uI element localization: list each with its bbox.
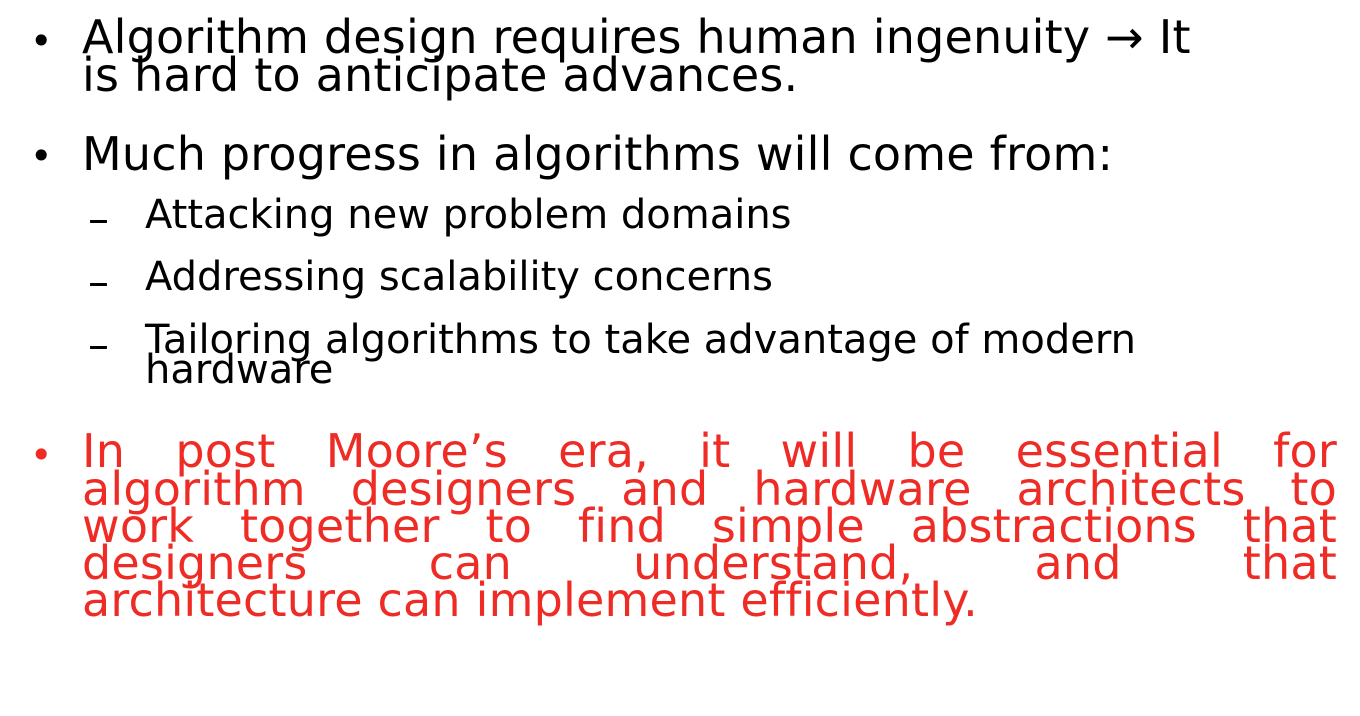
sub-item-marker-2: – xyxy=(88,257,109,306)
bullet-marker-2: • xyxy=(30,134,53,178)
sub-item-3-line-2: hardware xyxy=(145,347,334,393)
sub-item-1-line-1: Attacking new problem domains xyxy=(145,192,792,238)
sub-item-marker-1: – xyxy=(88,194,109,243)
bullet-1-line-2: is hard to anticipate advances. xyxy=(82,48,799,102)
bullet-marker-1: • xyxy=(30,19,53,63)
sub-item-marker-3: – xyxy=(88,320,109,369)
bullet-3-paragraph: In post Moore’s era, it will be essentia… xyxy=(82,428,1337,623)
slide: • Algorithm design requires human ingenu… xyxy=(0,0,1360,716)
bullet-2-line-1: Much progress in algorithms will come fr… xyxy=(82,127,1114,181)
sub-item-2-line-1: Addressing scalability concerns xyxy=(145,254,773,300)
bullet-marker-3: • xyxy=(30,433,53,477)
